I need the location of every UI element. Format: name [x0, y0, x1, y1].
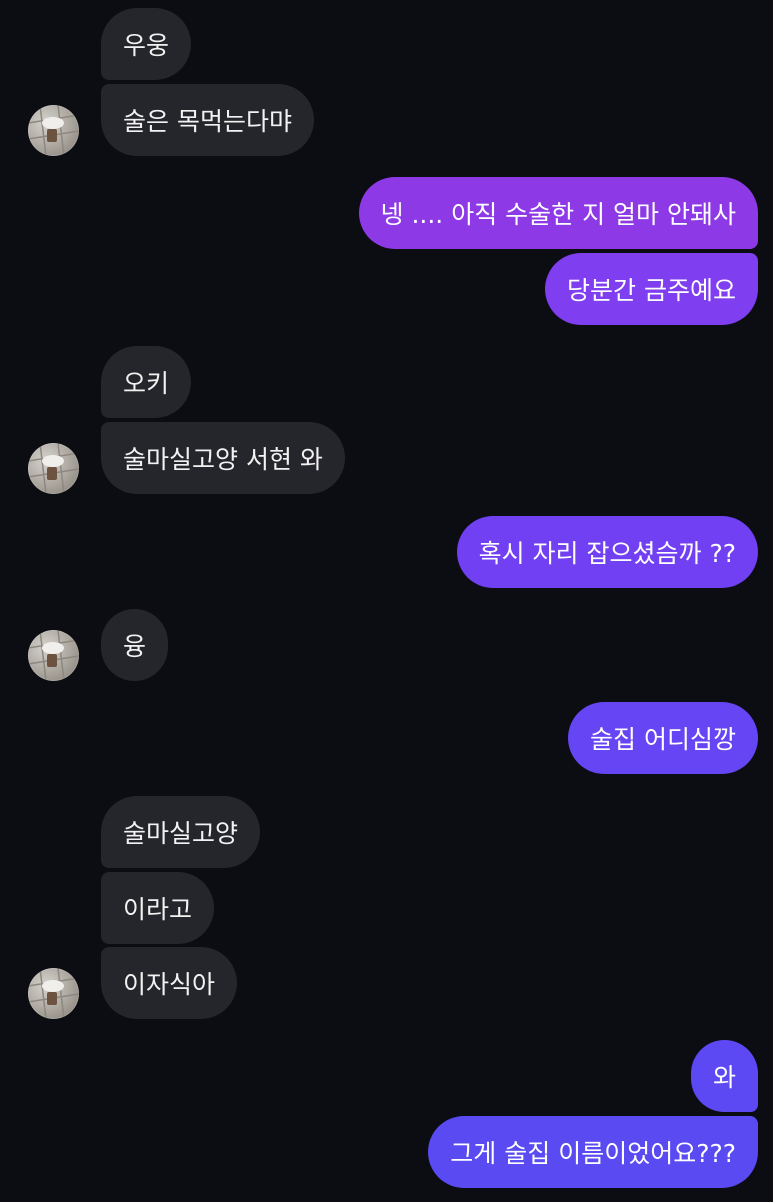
incoming-message-bubble[interactable]: 술은 목먹는다먀 [101, 84, 314, 156]
message-text: 와 [712, 1063, 736, 1092]
incoming-message-bubble[interactable]: 오키 [101, 346, 192, 418]
incoming-message-bubble[interactable]: 이라고 [101, 872, 215, 944]
sticker-avatar-icon[interactable] [28, 630, 79, 681]
message-text: 술마실고양 서현 와 [123, 445, 323, 474]
outgoing-message-bubble[interactable]: 그게 술집 이름이었어요??? [428, 1116, 758, 1188]
outgoing-message-bubble[interactable]: 당분간 금주예요 [545, 253, 758, 325]
message-text: 우웅 [123, 31, 170, 60]
incoming-message-bubble[interactable]: 술마실고양 [101, 796, 261, 868]
message-text: 술마실고양 [123, 819, 239, 848]
message-text: 술은 목먹는다먀 [123, 107, 292, 136]
outgoing-message-bubble[interactable]: 술집 어디심깡 [568, 702, 758, 774]
message-text: 그게 술집 이름이었어요??? [450, 1139, 736, 1168]
message-text: 넹 .... 아직 수술한 지 얼마 안돼사 [380, 200, 736, 229]
incoming-message-bubble[interactable]: 이자식아 [101, 947, 238, 1019]
message-text: 혹시 자리 잡으셨슴까 ?? [478, 539, 736, 568]
message-text: 술집 어디심깡 [590, 725, 736, 754]
outgoing-message-bubble[interactable]: 혹시 자리 잡으셨슴까 ?? [456, 516, 758, 588]
message-text: 이자식아 [123, 970, 216, 999]
message-text: 오키 [123, 369, 170, 398]
message-text: 이라고 [123, 895, 193, 924]
message-text: 당분간 금주예요 [567, 276, 736, 305]
outgoing-message-bubble[interactable]: 와 [690, 1040, 758, 1112]
incoming-message-bubble[interactable]: 우웅 [101, 8, 192, 80]
outgoing-message-bubble[interactable]: 넹 .... 아직 수술한 지 얼마 안돼사 [358, 177, 758, 249]
incoming-message-bubble[interactable]: 융 [101, 609, 169, 681]
sticker-avatar-icon[interactable] [28, 968, 79, 1019]
message-text: 융 [123, 632, 147, 661]
sticker-avatar-icon[interactable] [28, 443, 79, 494]
incoming-message-bubble[interactable]: 술마실고양 서현 와 [101, 422, 345, 494]
sticker-avatar-icon[interactable] [28, 105, 79, 156]
